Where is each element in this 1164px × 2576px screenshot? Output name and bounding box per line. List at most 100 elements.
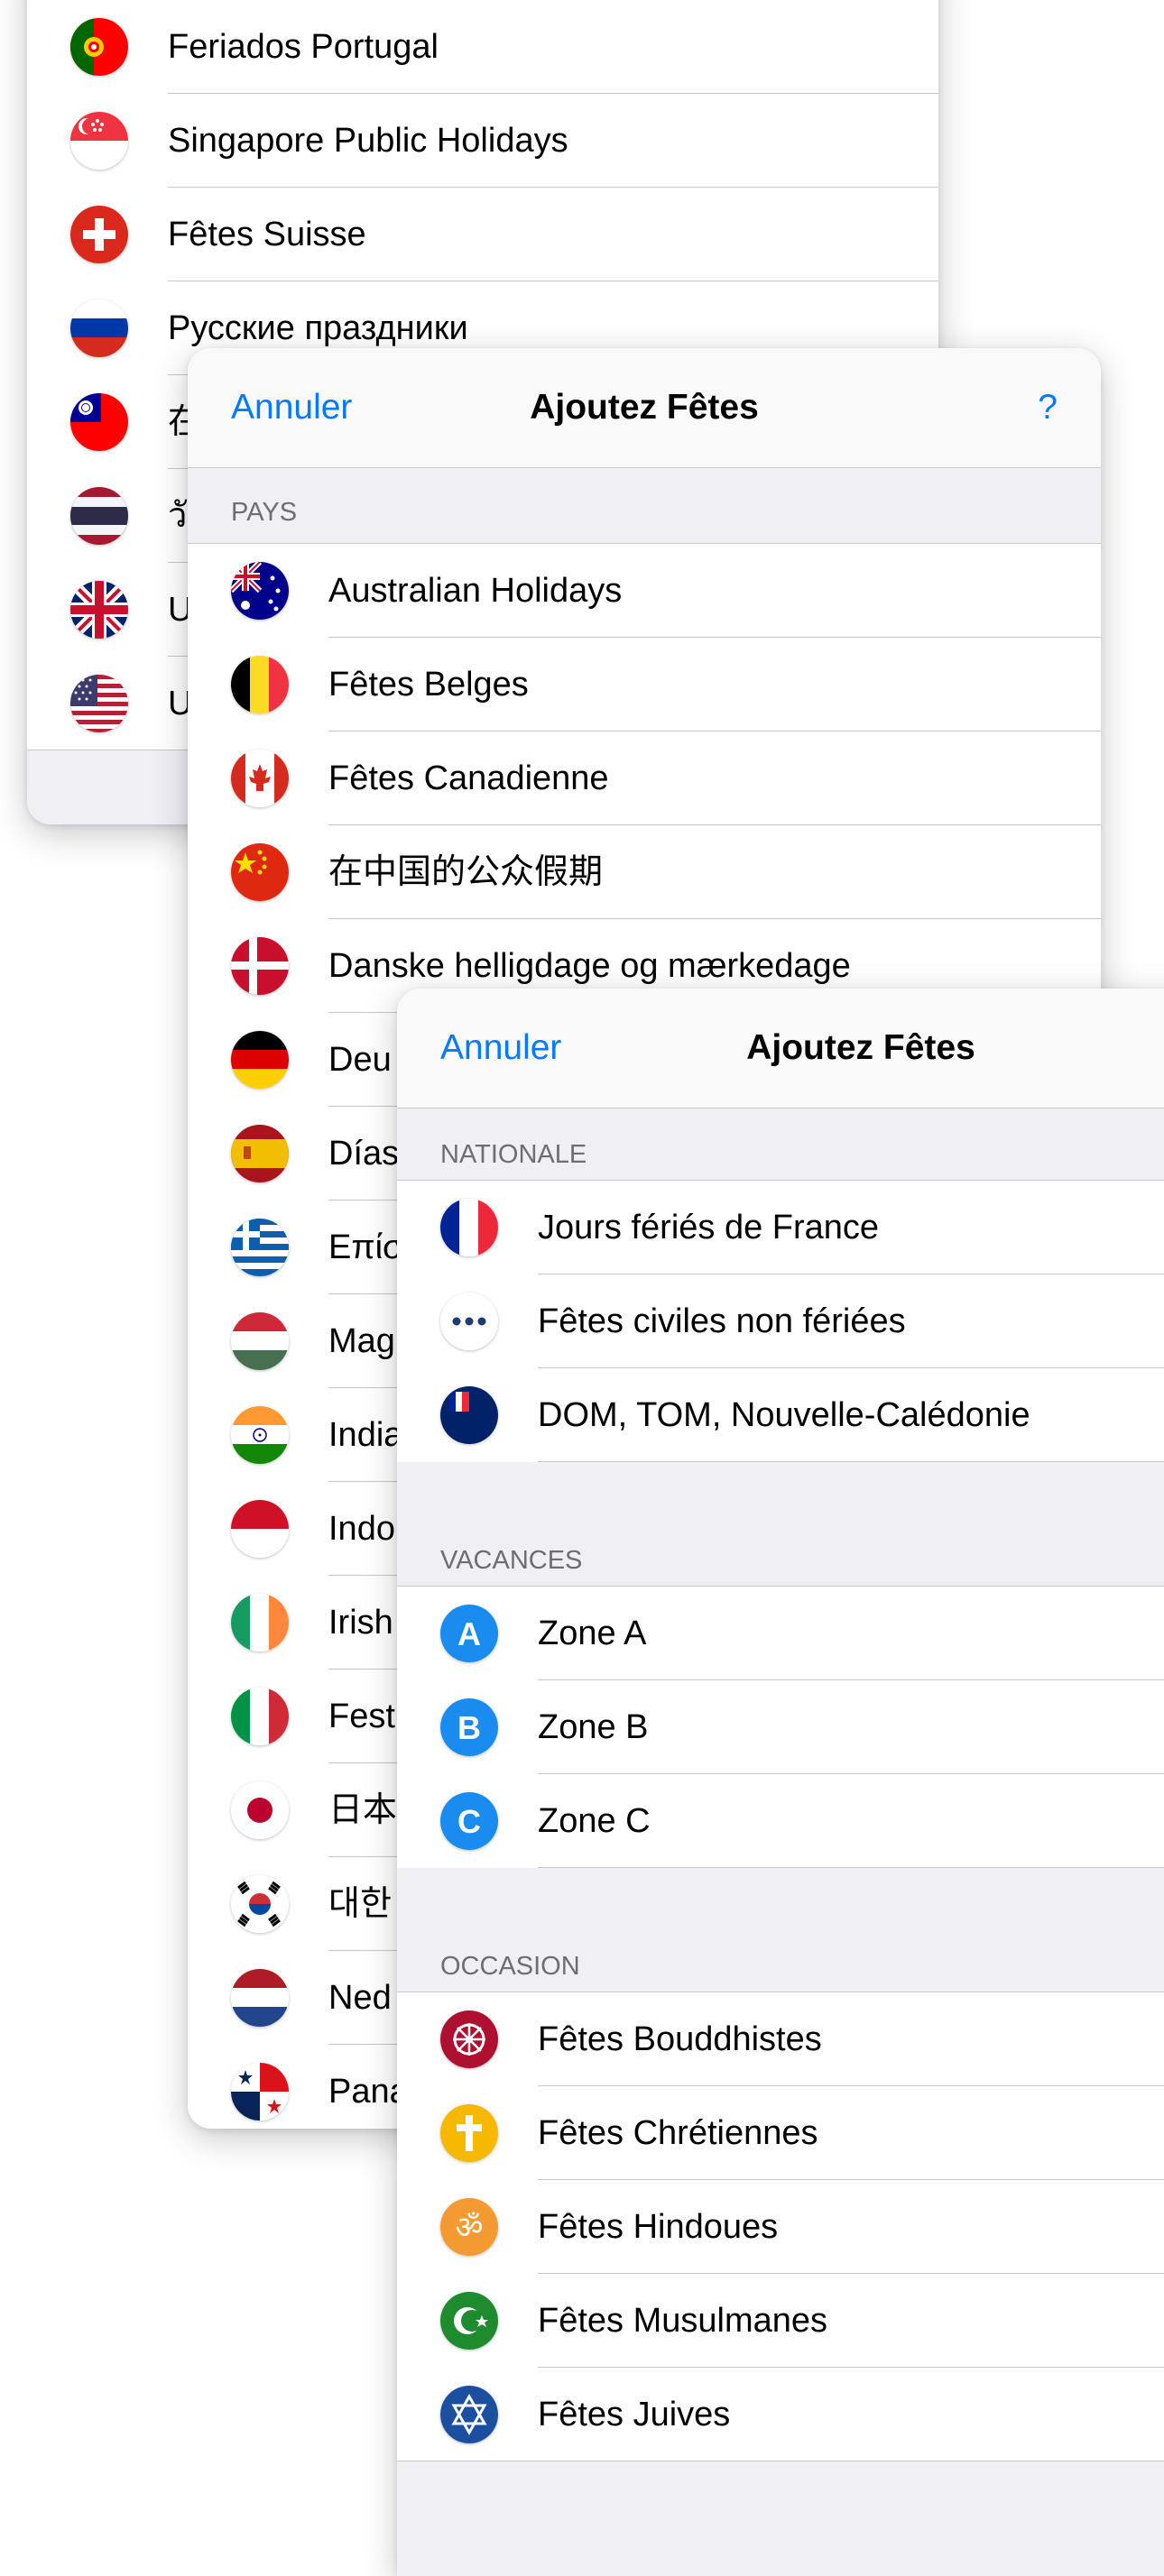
row-label: 대한 bbox=[328, 1885, 392, 1923]
row-label: Fêtes Juives bbox=[538, 2396, 731, 2433]
singapore-flag-icon bbox=[70, 112, 128, 170]
row-separator bbox=[538, 1867, 1164, 1868]
row-label: Australian Holidays bbox=[328, 572, 623, 610]
holiday-category-row[interactable]: Jours fériés de France bbox=[397, 1181, 1164, 1274]
nav-title: Ajoutez Fêtes bbox=[746, 1028, 975, 1067]
row-label: Zone A bbox=[538, 1615, 647, 1652]
russia-flag-icon bbox=[70, 299, 128, 357]
holiday-calendar-row[interactable]: Feriados Portugal bbox=[27, 0, 938, 94]
row-label: India bbox=[328, 1416, 403, 1454]
row-separator bbox=[538, 1461, 1164, 1462]
spain-flag-icon bbox=[231, 1125, 289, 1182]
row-label: Feriados Portugal bbox=[168, 28, 439, 66]
zone-letter: A bbox=[457, 1615, 481, 1652]
svg-text:ॐ: ॐ bbox=[455, 2210, 483, 2246]
row-label: Fêtes Bouddhistes bbox=[538, 2020, 822, 2058]
ellipsis-icon bbox=[440, 1293, 498, 1350]
holiday-category-row[interactable]: Fêtes Chrétiennes bbox=[397, 2086, 1164, 2180]
row-label: Fêtes Canadienne bbox=[328, 759, 609, 797]
holiday-category-row[interactable]: Fêtes Juives bbox=[397, 2368, 1164, 2461]
row-label: วั bbox=[168, 497, 188, 535]
usa-flag-icon bbox=[70, 675, 128, 732]
overseas-flag-icon bbox=[440, 1386, 498, 1444]
holiday-category-row[interactable]: B Zone B bbox=[397, 1680, 1164, 1774]
country-row[interactable]: Fêtes Canadienne bbox=[188, 731, 1101, 825]
section-gap bbox=[397, 1462, 1164, 1534]
star-of-david-icon bbox=[440, 2386, 498, 2443]
holiday-sections: NATIONALE Jours fériés de France Fêtes civ… bbox=[397, 1109, 1164, 2461]
denmark-flag-icon bbox=[231, 937, 289, 995]
row-label: Zone C bbox=[538, 1802, 651, 1840]
row-label: DOM, TOM, Nouvelle-Calédonie bbox=[538, 1396, 1030, 1434]
country-row[interactable]: Australian Holidays bbox=[188, 544, 1101, 638]
holiday-calendar-row[interactable]: Fêtes Suisse bbox=[27, 188, 938, 281]
germany-flag-icon bbox=[231, 1031, 289, 1089]
ireland-flag-icon bbox=[231, 1594, 289, 1651]
uk-flag-icon bbox=[70, 581, 128, 639]
section-header: OCCASION bbox=[397, 1940, 1164, 1992]
row-label: Deu bbox=[328, 1041, 392, 1079]
row-label: 在中国的公众假期 bbox=[328, 853, 604, 891]
hungary-flag-icon bbox=[231, 1312, 289, 1370]
holiday-calendar-row[interactable]: Singapore Public Holidays bbox=[27, 94, 938, 188]
section-header-pays: PAYS bbox=[188, 468, 1101, 544]
section-gap bbox=[397, 1109, 1164, 1128]
indonesia-flag-icon bbox=[231, 1500, 289, 1558]
row-label: Fest bbox=[328, 1697, 395, 1735]
row-label: Fêtes Hindoues bbox=[538, 2208, 779, 2246]
holiday-category-row[interactable]: Fêtes Musulmanes bbox=[397, 2274, 1164, 2368]
holiday-category-row[interactable]: ॐ Fêtes Hindoues bbox=[397, 2180, 1164, 2274]
italy-flag-icon bbox=[231, 1688, 289, 1745]
row-label: Zone B bbox=[538, 1708, 649, 1746]
zone-letter: C bbox=[457, 1803, 481, 1840]
greece-flag-icon bbox=[231, 1219, 289, 1276]
section-header: VACANCES bbox=[397, 1534, 1164, 1587]
portugal-flag-icon bbox=[70, 18, 128, 76]
zone-a-icon: A bbox=[440, 1605, 498, 1662]
country-row[interactable]: 在中国的公众假期 bbox=[188, 825, 1101, 919]
row-label: Fêtes Musulmanes bbox=[538, 2302, 828, 2340]
help-button[interactable]: ? bbox=[1038, 348, 1058, 467]
australia-flag-icon bbox=[231, 562, 289, 620]
netherlands-flag-icon bbox=[231, 1969, 289, 2027]
nav-bar: Annuler Ajoutez Fêtes ? bbox=[188, 348, 1101, 468]
zone-b-icon: B bbox=[440, 1698, 498, 1756]
zone-letter: B bbox=[457, 1709, 481, 1746]
row-label: 日本 bbox=[328, 1791, 398, 1829]
om-icon: ॐ bbox=[440, 2198, 498, 2256]
section-gap bbox=[397, 1868, 1164, 1940]
holiday-category-row[interactable]: Fêtes civiles non fériées bbox=[397, 1274, 1164, 1368]
row-label: Fêtes Belges bbox=[328, 666, 529, 704]
row-label: Irish bbox=[328, 1604, 393, 1642]
country-row[interactable]: Fêtes Belges bbox=[188, 638, 1101, 731]
holiday-category-row[interactable]: A Zone A bbox=[397, 1587, 1164, 1680]
row-label: Fêtes Chrétiennes bbox=[538, 2114, 818, 2152]
panama-flag-icon bbox=[231, 2063, 289, 2121]
france-flag-icon bbox=[440, 1199, 498, 1256]
switzerland-flag-icon bbox=[70, 206, 128, 263]
row-label: Επίσ bbox=[328, 1228, 404, 1266]
row-label: Fêtes Suisse bbox=[168, 216, 366, 253]
dharma-wheel-icon bbox=[440, 2010, 498, 2068]
korea-flag-icon bbox=[231, 1875, 289, 1933]
row-label: Días bbox=[328, 1135, 400, 1173]
cross-icon bbox=[440, 2104, 498, 2162]
row-label: Ned bbox=[328, 1979, 392, 2017]
holiday-category-row[interactable]: Fêtes Bouddhistes bbox=[397, 1992, 1164, 2086]
crescent-icon bbox=[440, 2292, 498, 2350]
thailand-flag-icon bbox=[70, 487, 128, 545]
list-footer bbox=[397, 2461, 1164, 2576]
section-header: NATIONALE bbox=[397, 1128, 1164, 1181]
zone-c-icon: C bbox=[440, 1792, 498, 1850]
nav-title: Ajoutez Fêtes bbox=[530, 388, 759, 427]
row-label: Singapore Public Holidays bbox=[168, 122, 568, 160]
taiwan-flag-icon bbox=[70, 393, 128, 451]
row-label: Jours fériés de France bbox=[538, 1209, 880, 1247]
holiday-category-row[interactable]: DOM, TOM, Nouvelle-Calédonie bbox=[397, 1368, 1164, 1462]
china-flag-icon bbox=[231, 843, 289, 901]
india-flag-icon bbox=[231, 1406, 289, 1464]
row-label: Mag bbox=[328, 1322, 395, 1360]
row-label: Fêtes civiles non fériées bbox=[538, 1302, 906, 1340]
canada-flag-icon bbox=[231, 750, 289, 807]
holiday-category-row[interactable]: C Zone C bbox=[397, 1774, 1164, 1868]
